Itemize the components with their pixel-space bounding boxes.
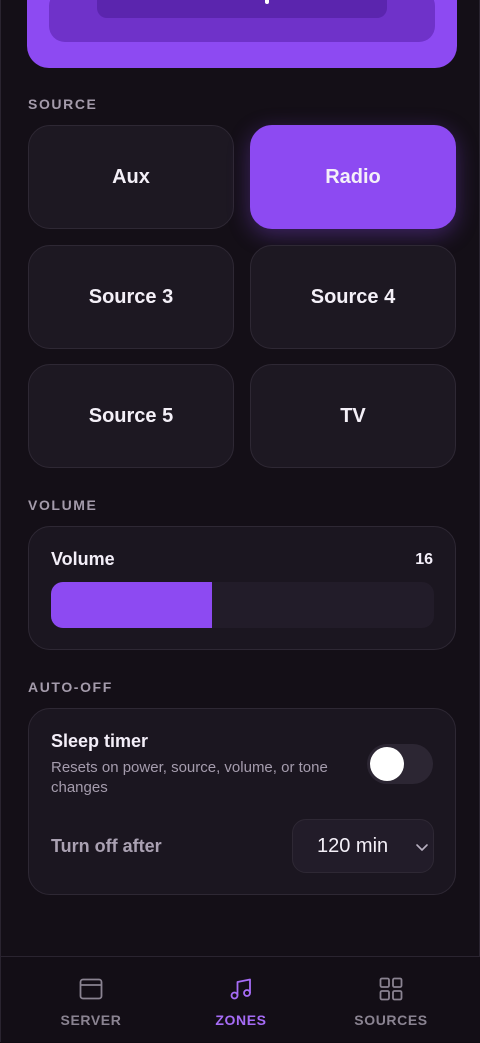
top-control-panel	[49, 0, 435, 42]
nav-label-zones: ZONES	[215, 1012, 267, 1028]
source-button-aux[interactable]: Aux	[28, 125, 234, 229]
volume-slider-fill	[51, 582, 212, 628]
volume-title: Volume	[51, 549, 115, 569]
nav-label-server: SERVER	[60, 1012, 122, 1028]
turn-off-duration-value: 120 min	[317, 835, 389, 857]
source-button-radio[interactable]: Radio	[250, 125, 456, 229]
power-volume-card	[27, 0, 457, 68]
slider-thumb[interactable]	[265, 0, 269, 4]
sleep-timer-toggle[interactable]	[367, 744, 433, 784]
chevron-down-icon	[413, 838, 431, 862]
volume-section-label: VOLUME	[28, 497, 98, 513]
music-note-icon	[229, 977, 253, 1001]
turn-off-duration-select[interactable]: 120 min	[292, 819, 434, 873]
source-button-tv[interactable]: TV	[250, 364, 456, 468]
window-icon	[79, 977, 103, 1001]
bottom-navigation: SERVER ZONES SOURCES	[1, 956, 480, 1042]
turn-off-after-label: Turn off after	[51, 836, 162, 856]
nav-item-server[interactable]: SERVER	[11, 957, 171, 1043]
volume-value: 16	[415, 551, 433, 568]
auto-off-section-label: AUTO-OFF	[28, 679, 113, 695]
source-section-label: SOURCE	[28, 96, 98, 112]
grid-icon	[379, 977, 403, 1001]
source-button-source-3[interactable]: Source 3	[28, 245, 234, 349]
sleep-timer-title: Sleep timer	[51, 731, 149, 751]
source-button-source-5[interactable]: Source 5	[28, 364, 234, 468]
sleep-timer-description: Resets on power, source, volume, or tone…	[51, 759, 328, 796]
app-frame: SOURCE Aux Radio Source 3 Source 4 Sourc…	[0, 0, 480, 1042]
nav-item-sources[interactable]: SOURCES	[311, 957, 471, 1043]
source-button-source-4[interactable]: Source 4	[250, 245, 456, 349]
nav-item-zones[interactable]: ZONES	[161, 957, 321, 1043]
nav-label-sources: SOURCES	[354, 1012, 428, 1028]
auto-off-card: Sleep timer Resets on power, source, vol…	[28, 708, 456, 895]
volume-card: Volume 16	[28, 526, 456, 650]
toggle-knob	[370, 747, 404, 781]
top-slider-bar[interactable]	[97, 0, 387, 18]
volume-slider[interactable]	[51, 582, 434, 628]
